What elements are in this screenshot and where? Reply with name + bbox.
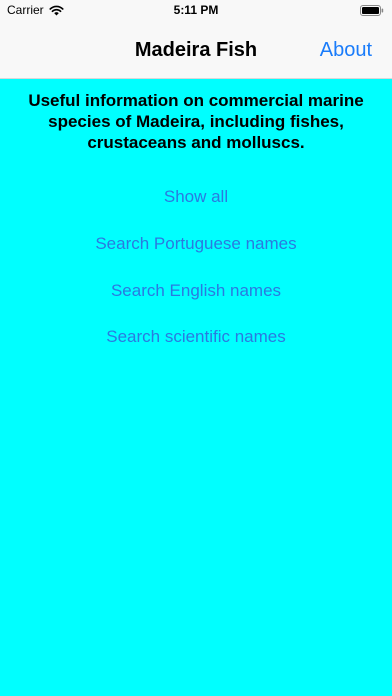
search-scientific-names-link[interactable]: Search scientific names — [0, 327, 392, 347]
search-english-names-link[interactable]: Search English names — [0, 281, 392, 301]
navigation-bar: Madeira Fish About — [0, 22, 392, 79]
search-portuguese-names-link[interactable]: Search Portuguese names — [0, 234, 392, 254]
intro-text: Useful information on commercial marine … — [28, 91, 364, 152]
status-bar: Carrier 5:11 PM — [0, 0, 392, 22]
top-bar-background: Carrier 5:11 PM Madeira Fish About — [0, 0, 392, 79]
status-time: 5:11 PM — [173, 3, 219, 17]
about-button[interactable]: About — [320, 39, 372, 62]
show-all-link[interactable]: Show all — [0, 187, 392, 207]
battery-icon — [360, 5, 384, 16]
